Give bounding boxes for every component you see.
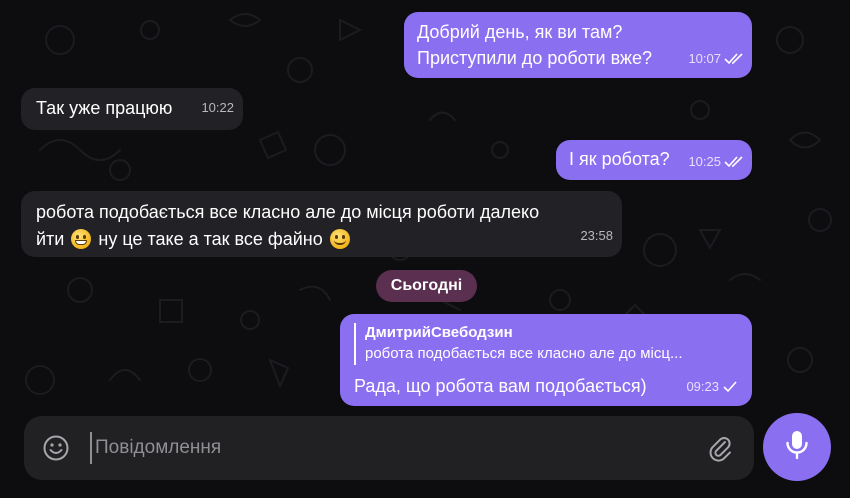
message-text-line: Приступили до роботи вже? <box>417 48 652 68</box>
message-text-fragment: йти <box>36 229 65 249</box>
voice-record-button[interactable] <box>763 413 831 481</box>
message-text-line: йти ну це таке а так все файно <box>36 225 352 253</box>
double-check-icon <box>724 53 744 65</box>
outgoing-reply-message[interactable]: ДмитрийСвебодзин робота подобається все … <box>340 314 752 406</box>
date-separator: Сьогодні <box>376 270 477 302</box>
message-meta: 09:23 <box>686 373 742 401</box>
outgoing-message[interactable]: І як робота? 10:25 <box>556 140 752 180</box>
quoted-message[interactable]: ДмитрийСвебодзин робота подобається все … <box>354 323 734 365</box>
message-time: 10:25 <box>688 154 721 169</box>
message-text: І як робота? <box>569 149 670 169</box>
message-text: Рада, що робота вам подобається) <box>354 376 647 396</box>
check-icon <box>722 381 742 393</box>
outgoing-message[interactable]: Добрий день, як ви там? Приступили до ро… <box>404 12 752 78</box>
paperclip-icon[interactable] <box>706 434 734 462</box>
quoted-text: робота подобається все класно але до міс… <box>365 345 683 362</box>
message-time: 10:22 <box>201 100 234 115</box>
message-composer <box>24 416 754 480</box>
microphone-icon <box>784 429 810 466</box>
smile-icon[interactable] <box>42 434 70 462</box>
double-check-icon <box>724 156 744 168</box>
message-text: Так уже працюю <box>36 98 173 118</box>
message-text-line: робота подобається все класно але до міс… <box>36 202 540 222</box>
incoming-message[interactable]: робота подобається все класно але до міс… <box>21 191 622 257</box>
message-meta: 10:25 <box>688 148 744 176</box>
incoming-message[interactable]: Так уже працюю 10:22 <box>21 88 243 130</box>
grinning-emoji-icon <box>71 229 92 249</box>
message-meta: 10:22 <box>201 94 234 122</box>
message-input[interactable] <box>90 432 690 464</box>
quoted-author: ДмитрийСвебодзин <box>365 324 513 341</box>
message-meta: 10:07 <box>688 45 744 73</box>
message-time: 09:23 <box>686 379 719 394</box>
message-time: 10:07 <box>688 51 721 66</box>
message-text-line: Добрий день, як ви там? <box>417 22 623 42</box>
message-time: 23:58 <box>580 228 613 243</box>
smiling-emoji-icon <box>329 229 350 249</box>
message-meta: 23:58 <box>580 222 613 250</box>
message-text-fragment: ну це таке а так все файно <box>98 229 323 249</box>
